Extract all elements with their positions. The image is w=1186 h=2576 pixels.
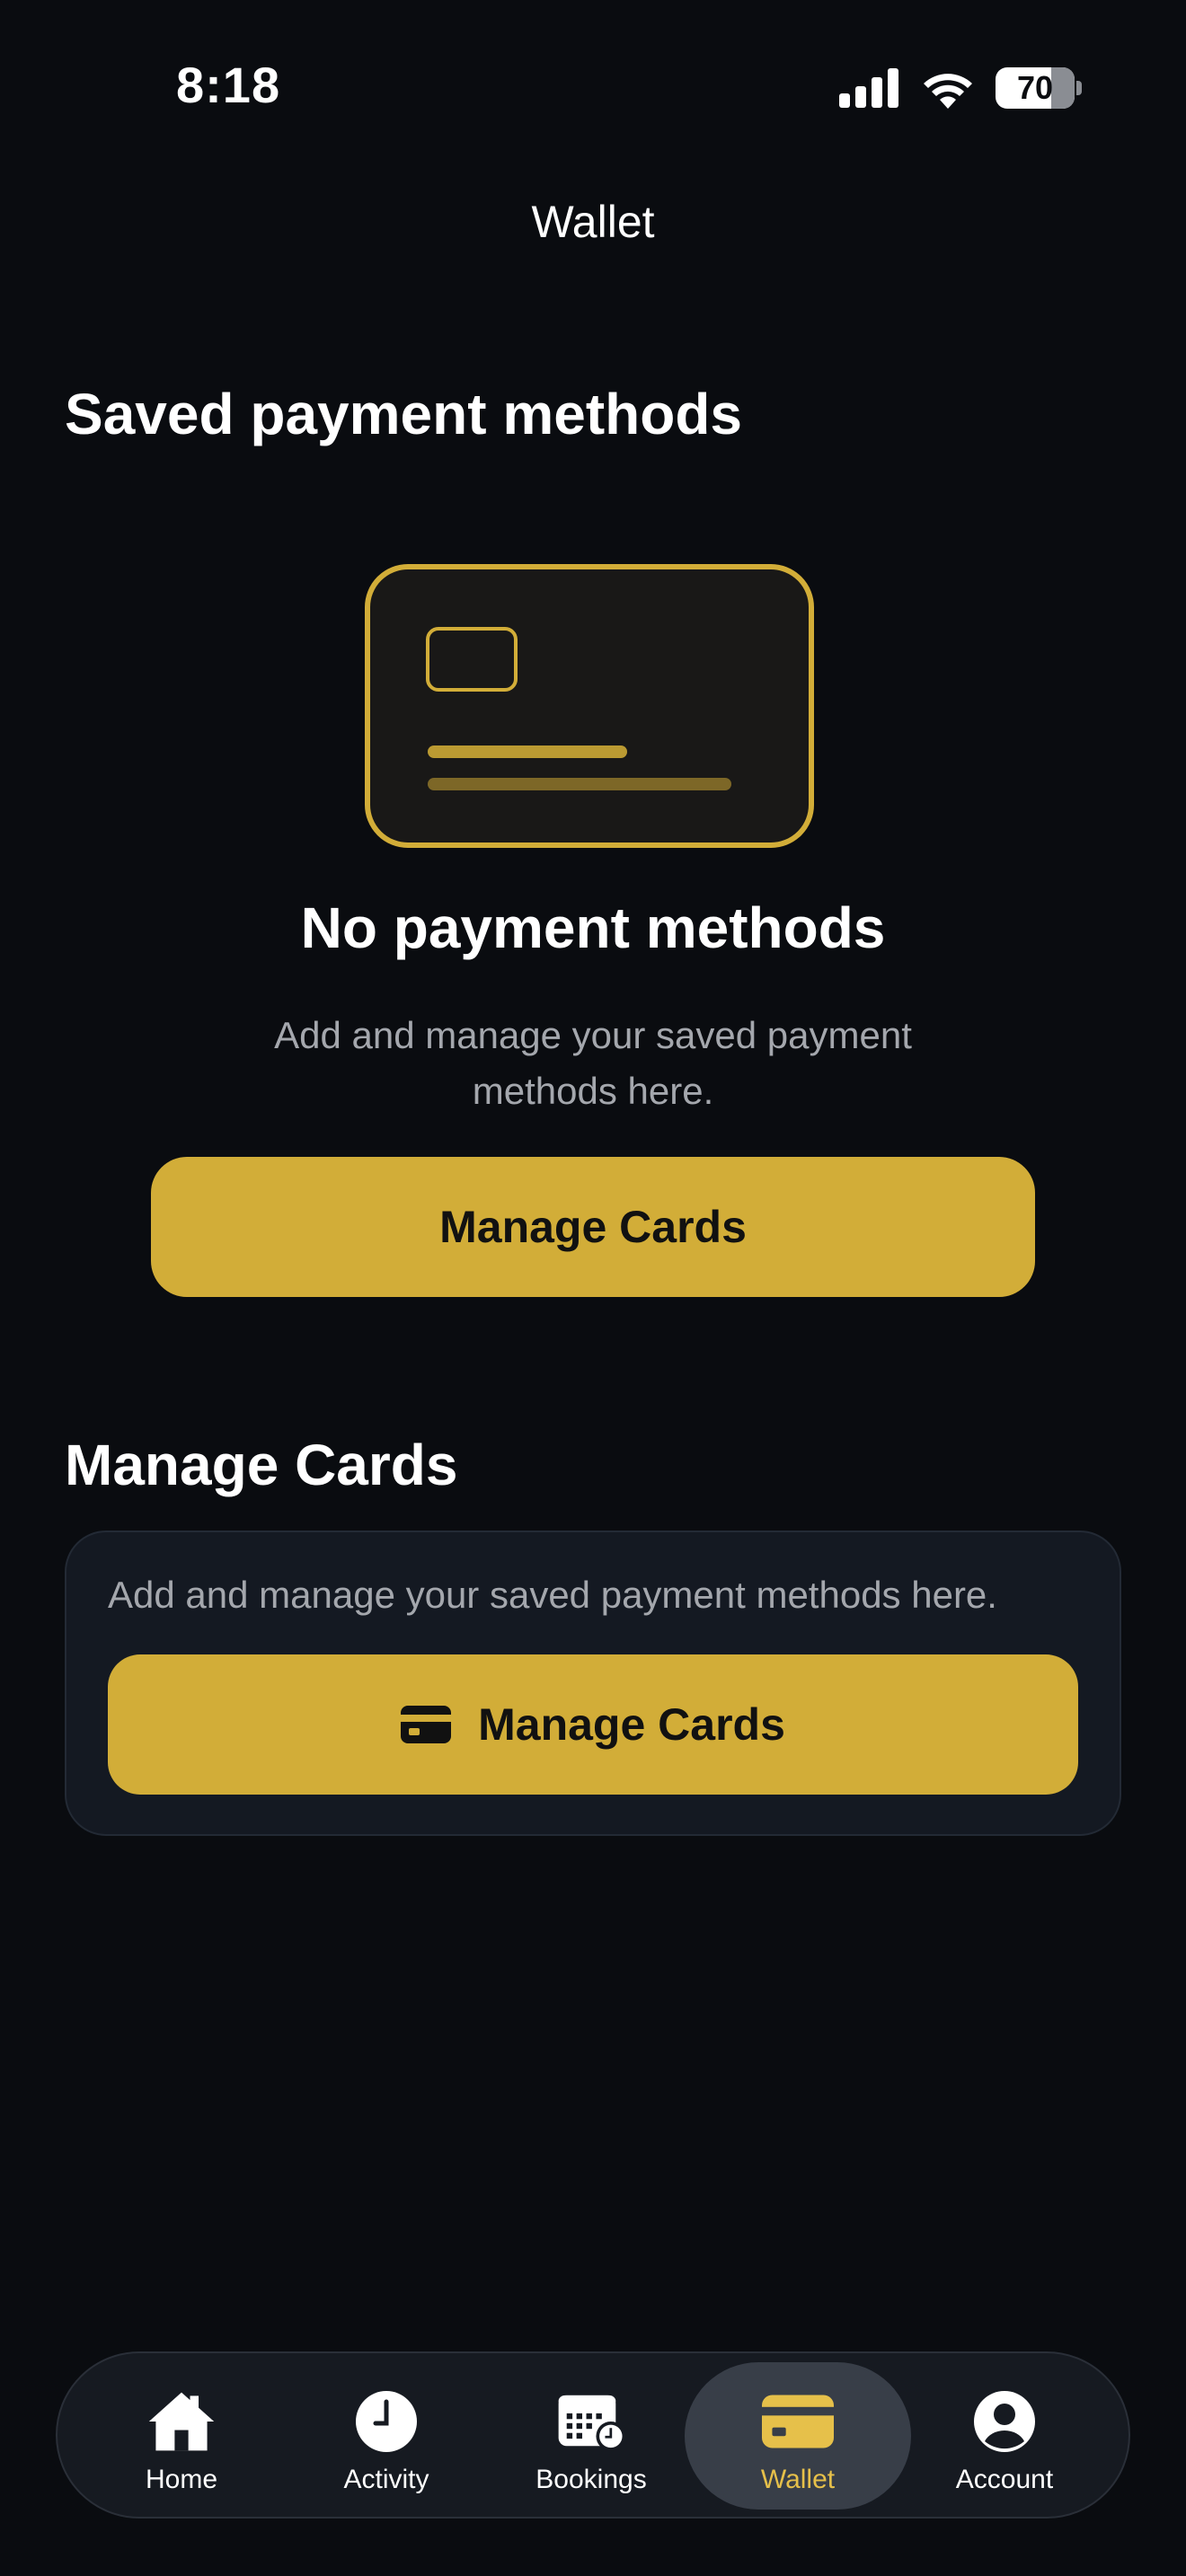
tab-home-label: Home <box>145 2465 218 2494</box>
account-icon <box>974 2391 1035 2452</box>
manage-cards-heading: Manage Cards <box>65 1433 458 1497</box>
page-title: Wallet <box>531 197 655 247</box>
manage-cards-panel-button-label: Manage Cards <box>478 1699 785 1750</box>
saved-payment-methods-heading: Saved payment methods <box>65 382 742 446</box>
tab-activity[interactable]: Activity <box>288 2362 485 2510</box>
battery-indicator: 70 <box>996 67 1075 109</box>
tab-wallet[interactable]: Wallet <box>685 2362 911 2510</box>
status-icons: 70 <box>839 65 1082 111</box>
cellular-signal-icon <box>839 68 898 108</box>
empty-state-description: Add and manage your saved payment method… <box>274 1014 912 1112</box>
tab-activity-label: Activity <box>343 2465 429 2494</box>
manage-cards-description: Add and manage your saved payment method… <box>108 1574 997 1616</box>
manage-cards-button[interactable]: Manage Cards <box>151 1157 1035 1297</box>
clock-icon <box>356 2391 417 2452</box>
credit-card-icon <box>401 1706 452 1743</box>
wifi-icon <box>924 74 972 109</box>
battery-level: 70 <box>1016 69 1054 106</box>
home-icon <box>148 2392 215 2451</box>
status-time: 8:18 <box>176 57 281 113</box>
calendar-icon <box>558 2395 626 2451</box>
tab-account[interactable]: Account <box>906 2362 1103 2510</box>
tab-home[interactable]: Home <box>83 2362 280 2510</box>
tab-account-label: Account <box>955 2465 1054 2494</box>
manage-cards-button-label: Manage Cards <box>439 1202 747 1252</box>
tab-bookings[interactable]: Bookings <box>492 2362 690 2510</box>
tab-bookings-label: Bookings <box>535 2465 647 2494</box>
manage-cards-panel-button[interactable]: Manage Cards <box>108 1654 1078 1795</box>
tab-wallet-label: Wallet <box>760 2465 836 2494</box>
empty-state-title: No payment methods <box>300 895 886 960</box>
card-chip-icon <box>426 627 518 692</box>
wallet-card-icon <box>762 2395 834 2448</box>
empty-card-illustration <box>365 564 814 848</box>
